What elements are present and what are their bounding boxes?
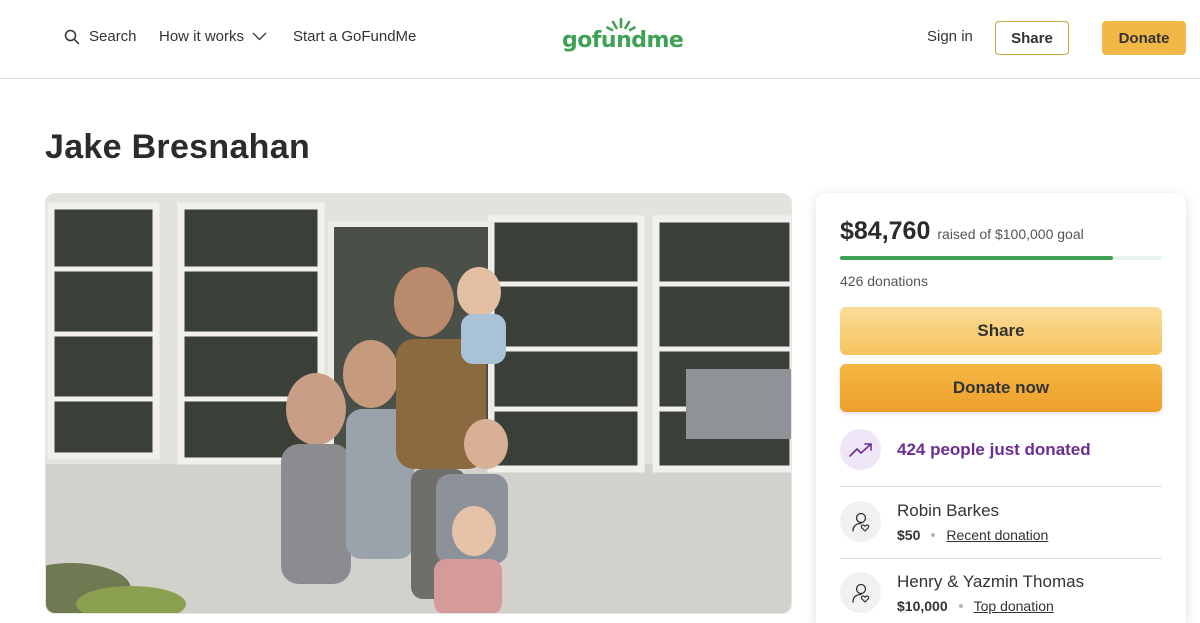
progress-bar-fill <box>840 256 1113 260</box>
gofundme-logo[interactable]: gofundme <box>562 18 684 60</box>
campaign-title: Jake Bresnahan <box>45 128 311 166</box>
start-gofundme-link[interactable]: Start a GoFundMe <box>293 28 416 45</box>
chevron-down-icon <box>252 32 267 41</box>
recent-donation-link[interactable]: Recent donation <box>946 527 1048 543</box>
donor-heart-icon <box>851 583 869 603</box>
header-donate-button[interactable]: Donate <box>1102 21 1186 55</box>
raised-amount: $84,760 <box>840 217 931 245</box>
donation-card: $84,760 raised of $100,000 goal 426 dona… <box>816 193 1186 623</box>
recent-activity: 424 people just donated <box>840 429 1091 470</box>
donor-name: Robin Barkes <box>897 501 1000 520</box>
progress-bar <box>840 256 1162 260</box>
donor-item: Henry & Yazmin Thomas $10,000 Top donati… <box>840 572 1084 614</box>
raised-summary: $84,760 raised of $100,000 goal <box>840 217 1084 246</box>
logo-text: gofundme <box>562 28 684 53</box>
raised-goal: raised of $100,000 goal <box>937 226 1084 242</box>
donor-name: Henry & Yazmin Thomas <box>897 572 1085 591</box>
donor-amount: $10,000 <box>897 598 948 614</box>
how-it-works-menu[interactable]: How it works <box>159 28 267 45</box>
divider <box>840 558 1162 559</box>
campaign-photo <box>45 193 792 614</box>
donation-count: 426 donations <box>840 273 928 289</box>
divider <box>840 486 1162 487</box>
donor-avatar <box>840 501 881 542</box>
how-it-works-label: How it works <box>159 28 245 45</box>
header-share-button[interactable]: Share <box>995 21 1069 55</box>
search-link[interactable]: Search <box>64 28 137 45</box>
sign-in-link[interactable]: Sign in <box>927 28 973 45</box>
donor-item: Robin Barkes $50 Recent donation <box>840 501 1048 543</box>
donate-now-button[interactable]: Donate now <box>840 364 1162 412</box>
share-button[interactable]: Share <box>840 307 1162 355</box>
top-donation-link[interactable]: Top donation <box>974 598 1054 614</box>
search-icon <box>64 29 80 44</box>
trending-circle <box>840 429 881 470</box>
donor-amount: $50 <box>897 527 921 543</box>
trending-up-icon <box>848 442 872 457</box>
recent-activity-text: 424 people just donated <box>897 439 1091 459</box>
donor-heart-icon <box>851 512 869 532</box>
donor-avatar <box>840 572 881 613</box>
site-header: Search How it works Start a GoFundMe gof… <box>0 0 1200 79</box>
separator-dot <box>931 533 936 537</box>
search-label: Search <box>89 28 137 45</box>
separator-dot <box>958 604 963 608</box>
